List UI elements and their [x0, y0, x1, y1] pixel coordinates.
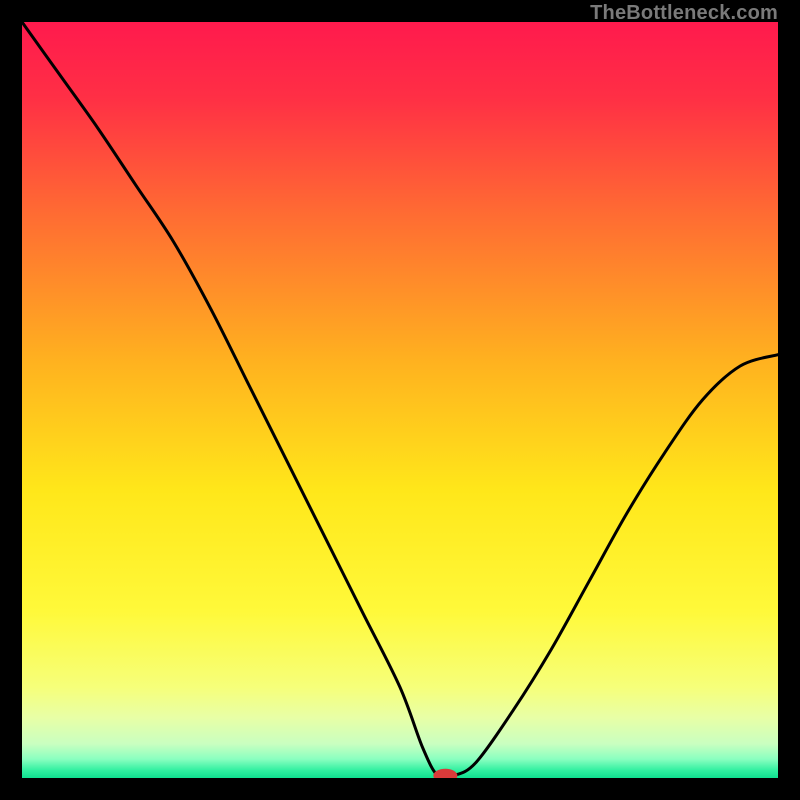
chart-frame	[22, 22, 778, 778]
chart-background	[22, 22, 778, 778]
chart-svg	[22, 22, 778, 778]
